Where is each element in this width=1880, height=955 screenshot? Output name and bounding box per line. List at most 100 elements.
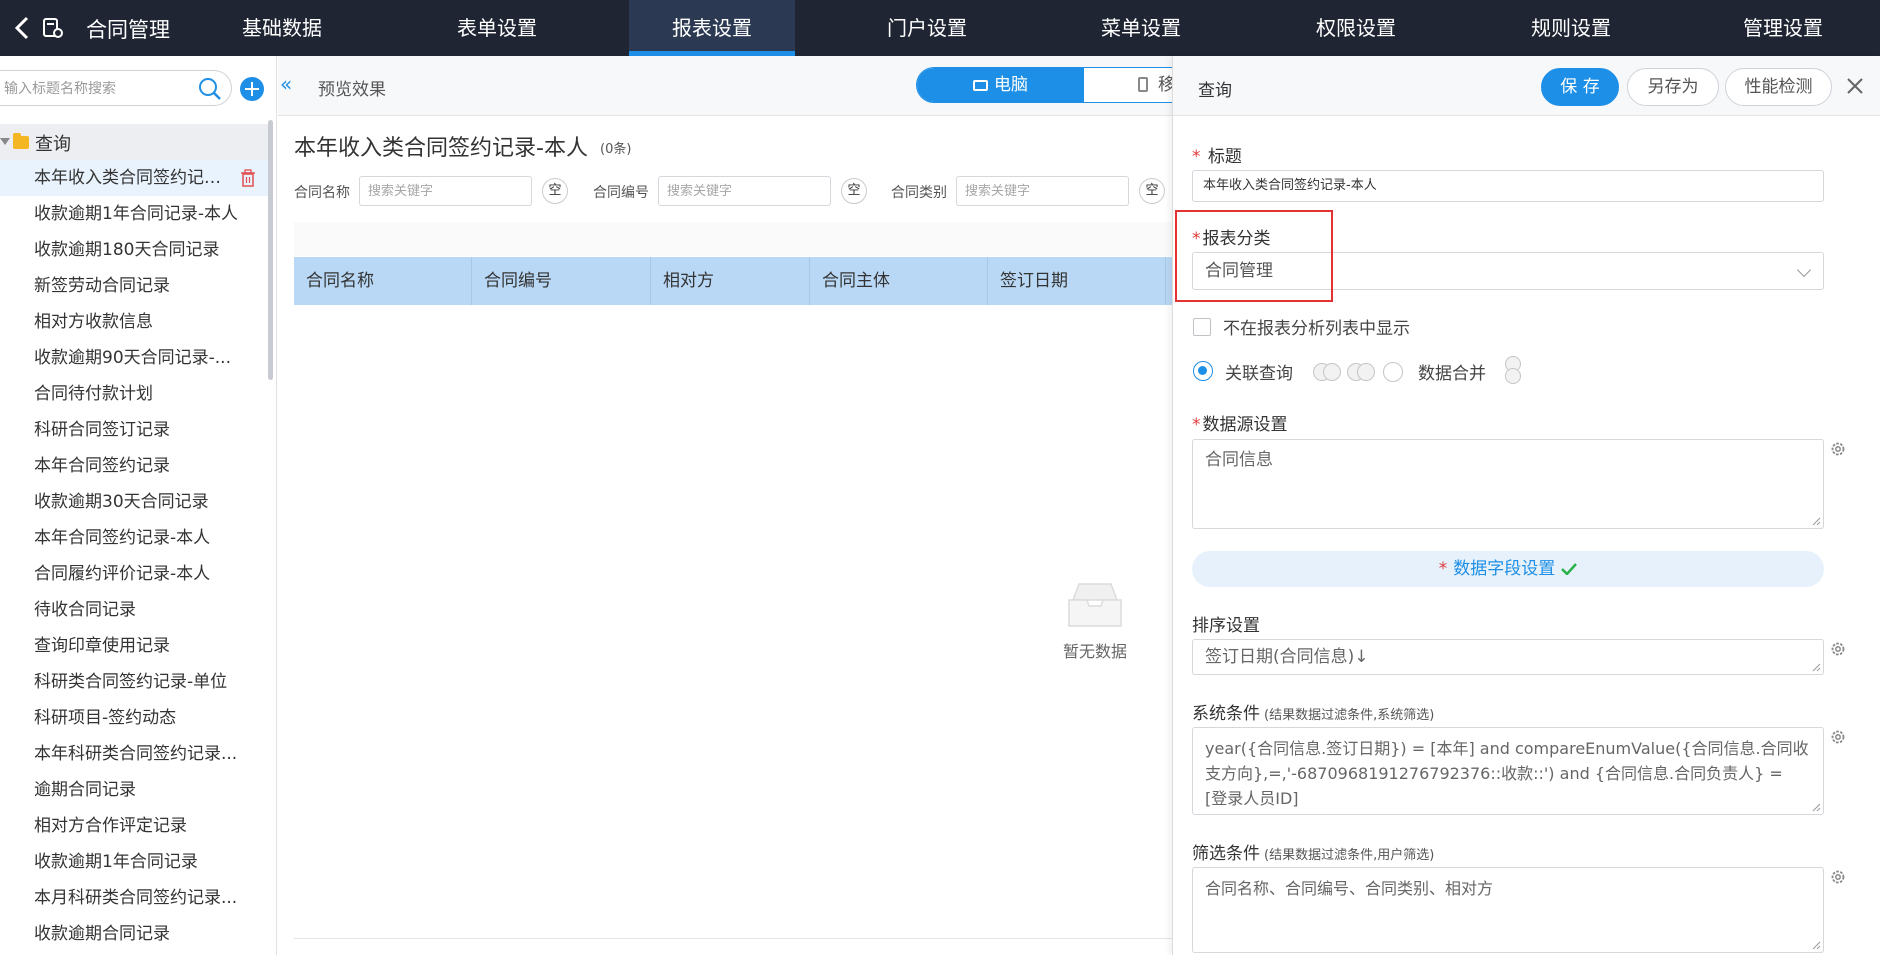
sort-value: 签订日期(合同信息)↓ [1205,647,1369,667]
filter-cond-label: 筛选条件 (结果数据过滤条件,用户筛选) [1192,839,1434,864]
sidebar-item[interactable]: 科研合同签订记录 [0,412,268,448]
nav-item-permission-settings[interactable]: 权限设置 [1273,0,1439,56]
filter-input[interactable] [658,176,831,206]
form-app-icon [43,18,63,38]
gear-icon[interactable] [1829,440,1847,458]
join-type-icon[interactable] [1323,363,1341,381]
column-header[interactable]: 合同编号 [472,257,651,305]
nav-item-form-settings[interactable]: 表单设置 [414,0,580,56]
resize-grip-icon[interactable] [1811,516,1821,526]
sidebar-item[interactable]: 本年合同签约记录 [0,448,268,484]
column-header[interactable]: 合同名称 [294,257,472,305]
back-arrow-icon[interactable] [10,14,36,42]
sidebar-item[interactable]: 逾期合同记录 [0,772,268,808]
view-switch: 电脑 移 [916,67,1216,103]
resize-grip-icon[interactable] [1811,802,1821,812]
trash-icon[interactable] [240,169,256,187]
gear-icon[interactable] [1829,728,1847,746]
hide-in-list-checkbox[interactable] [1193,318,1211,336]
sort-textarea[interactable]: 签订日期(合同信息)↓ [1192,639,1824,675]
filter-input[interactable] [359,176,532,206]
sidebar-item[interactable]: 本年科研类合同签约记录... [0,736,268,772]
chevron-down-icon [1796,262,1812,278]
column-header[interactable]: 合同主体 [810,257,988,305]
system-cond-textarea[interactable]: year({合同信息.签订日期}) = [本年] and compareEnum… [1192,727,1824,815]
sidebar-item[interactable]: 相对方收款信息 [0,304,268,340]
sidebar-item[interactable]: 收款逾期30天合同记录 [0,484,268,520]
join-type-icon[interactable] [1357,363,1375,381]
search-icon[interactable] [197,76,223,102]
preview-title: 预览效果 [318,80,386,100]
sidebar-item[interactable]: 相对方合作评定记录 [0,808,268,844]
sidebar-item[interactable]: 本年合同签约记录-本人 [0,520,268,556]
datasource-textarea[interactable]: 合同信息 [1192,439,1824,529]
filter-cond-textarea[interactable]: 合同名称、合同编号、合同类别、相对方 [1192,867,1824,953]
sidebar-item[interactable]: 收款逾期180天合同记录 [0,232,268,268]
gear-icon[interactable] [1829,640,1847,658]
monitor-icon [973,80,988,91]
data-fields-button[interactable]: * 数据字段设置 [1192,551,1824,587]
merge-radio[interactable] [1383,362,1403,382]
settings-panel: 查询 保 存 另存为 性能检测 * 标题 本年收入类合同签约记录-本人 * 报表分… [1172,56,1880,955]
sidebar-item[interactable]: 科研类合同签约记录-单位 [0,664,268,700]
sidebar-item[interactable]: 新签劳动合同记录 [0,268,268,304]
nav-item-portal-settings[interactable]: 门户设置 [844,0,1010,56]
view-pc-button[interactable]: 电脑 [917,68,1084,102]
close-icon[interactable] [1845,76,1865,96]
data-fields-label: 数据字段设置 [1453,559,1556,579]
performance-check-button[interactable]: 性能检测 [1725,68,1832,106]
filter-empty-button[interactable]: 空 [542,178,568,204]
panel-title: 查询 [1198,81,1232,101]
column-header[interactable]: 签订日期 [988,257,1166,305]
title-label-text: 标题 [1207,147,1242,167]
sidebar-item[interactable]: 收款逾期1年合同记录 [0,844,268,880]
caret-down-icon [0,138,10,145]
gear-icon[interactable] [1829,868,1847,886]
join-query-radio[interactable] [1193,361,1213,381]
nav-item-menu-settings[interactable]: 菜单设置 [1058,0,1224,56]
sidebar-search [0,70,232,106]
sidebar-item[interactable]: 收款逾期合同记录 [0,916,268,952]
empty-text: 暂无数据 [1062,642,1127,661]
table-header: 合同名称 合同编号 相对方 合同主体 签订日期 [294,257,1174,305]
sidebar-item[interactable]: 科研项目-签约动态 [0,700,268,736]
table-bottom-line [294,938,1174,939]
sidebar-item[interactable]: 收款逾期1年合同记录-本人 [0,196,268,232]
filter-empty-button[interactable]: 空 [841,178,867,204]
sidebar-item[interactable]: 查询印章使用记录 [0,628,268,664]
resize-grip-icon[interactable] [1811,940,1821,950]
sidebar-item[interactable]: 本年收入类合同签约记录... [0,160,268,196]
title-field[interactable]: 本年收入类合同签约记录-本人 [1192,170,1824,202]
merge-type-icon[interactable] [1505,368,1521,384]
merge-label: 数据合并 [1418,364,1486,384]
nav-item-admin-settings[interactable]: 管理设置 [1700,0,1866,56]
report-count: (0条) [600,142,632,157]
filter-input[interactable] [956,176,1129,206]
column-header[interactable]: 相对方 [651,257,810,305]
hide-in-list-label: 不在报表分析列表中显示 [1223,319,1410,339]
filter-label: 合同编号 [593,185,649,201]
sidebar-item[interactable]: 收款逾期90天合同记录-... [0,340,268,376]
filter-empty-button[interactable]: 空 [1139,178,1165,204]
nav-item-rule-settings[interactable]: 规则设置 [1488,0,1654,56]
system-cond-hint: (结果数据过滤条件,系统筛选) [1264,708,1435,723]
save-button[interactable]: 保 存 [1541,68,1619,106]
sidebar-group-query[interactable]: 查询 [0,124,268,160]
add-report-icon[interactable] [240,77,264,101]
resize-grip-icon[interactable] [1811,662,1821,672]
nav-item-report-settings[interactable]: 报表设置 [629,0,795,56]
save-as-button[interactable]: 另存为 [1627,68,1719,106]
sidebar-scrollbar[interactable] [268,120,273,380]
nav-item-basic-data[interactable]: 基础数据 [199,0,365,56]
sidebar-search-input[interactable] [4,77,194,101]
sidebar-item[interactable]: 本月科研类合同签约记录... [0,880,268,916]
sidebar-item[interactable]: 待收合同记录 [0,592,268,628]
system-cond-label: 系统条件 (结果数据过滤条件,系统筛选) [1192,699,1434,724]
collapse-left-icon[interactable]: « [280,74,300,94]
view-pc-label: 电脑 [994,75,1028,95]
sidebar-list: 本年收入类合同签约记录... 收款逾期1年合同记录-本人 收款逾期180天合同记… [0,160,268,952]
sidebar-item[interactable]: 合同待付款计划 [0,376,268,412]
sidebar-item[interactable]: 合同履约评价记录-本人 [0,556,268,592]
required-mark: * [1192,415,1201,435]
empty-box-icon [1068,583,1122,627]
